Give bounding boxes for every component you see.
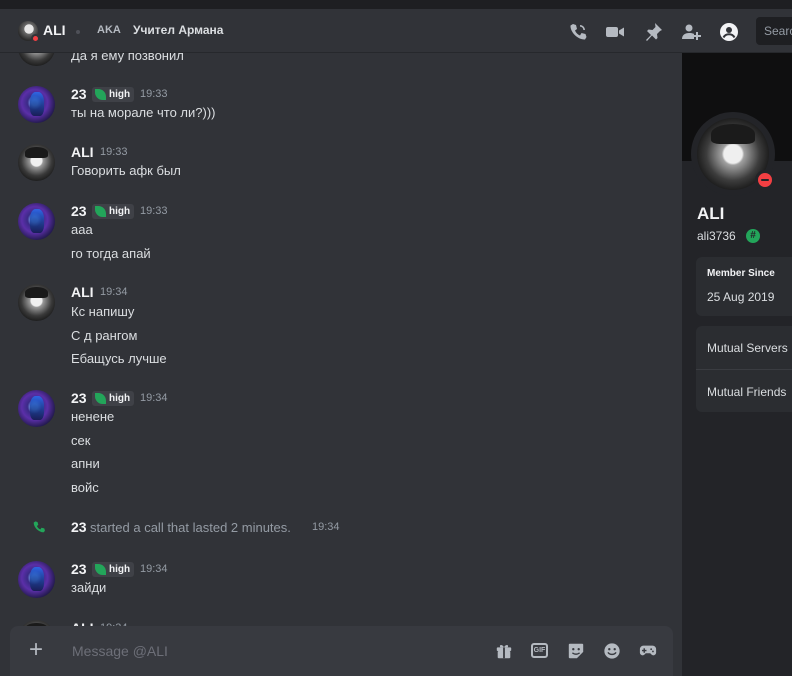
- clan-tag[interactable]: high: [92, 204, 135, 219]
- dm-header: ALI AKA Учител Армана Search: [0, 9, 792, 53]
- call-username[interactable]: 23: [71, 519, 87, 535]
- video-call-icon[interactable]: [605, 22, 625, 42]
- message-text: сек: [71, 433, 91, 448]
- message-text: войс: [71, 480, 99, 495]
- upload-plus-icon[interactable]: +: [26, 638, 46, 662]
- message-text: зайди: [71, 580, 107, 595]
- window-top-strip: [0, 0, 792, 9]
- header-username[interactable]: ALI: [43, 22, 66, 38]
- timestamp: 19:34: [312, 521, 340, 533]
- activities-icon[interactable]: [639, 642, 657, 660]
- header-nickname: Учител Армана: [133, 23, 224, 37]
- avatar[interactable]: [18, 144, 55, 181]
- leaf-icon: [95, 206, 106, 217]
- timestamp: 19:33: [140, 205, 168, 217]
- user-profile-icon[interactable]: [719, 22, 739, 42]
- timestamp: 19:34: [100, 286, 128, 298]
- clan-tag[interactable]: high: [92, 391, 135, 406]
- message-text: Да я ему позвонил: [71, 53, 184, 63]
- member-since-label: Member Since: [707, 268, 775, 279]
- message-text: ааа: [71, 222, 93, 237]
- profile-display-name: ALI: [697, 204, 725, 223]
- search-input[interactable]: Search: [756, 17, 792, 45]
- message-text: Ебащусь лучше: [71, 351, 167, 366]
- dnd-status-icon: [31, 34, 40, 43]
- username[interactable]: 23: [71, 390, 87, 406]
- avatar[interactable]: [18, 53, 55, 66]
- message-input[interactable]: Message @ALI: [72, 643, 168, 659]
- message-text: апни: [71, 456, 100, 471]
- message-text: С д рангом: [71, 328, 138, 343]
- sticker-icon[interactable]: [567, 642, 585, 660]
- message-text: Кс напишу: [71, 304, 135, 319]
- leaf-icon: [95, 89, 106, 100]
- message-text: Говорить афк был: [71, 163, 181, 178]
- message-text: го тогда апай: [71, 246, 151, 261]
- mutual-servers-button[interactable]: Mutual Servers: [707, 341, 788, 355]
- clan-tag[interactable]: high: [92, 562, 135, 577]
- message-text: ненене: [71, 409, 115, 424]
- avatar[interactable]: [18, 561, 55, 598]
- header-separator: [76, 30, 80, 34]
- divider: [696, 369, 792, 370]
- leaf-icon: [95, 393, 106, 404]
- profile-badge-icon[interactable]: #: [746, 229, 760, 243]
- call-description: started a call that lasted 2 minutes.: [90, 520, 291, 535]
- voice-call-icon[interactable]: [568, 22, 588, 42]
- dnd-status-icon: [755, 170, 775, 190]
- avatar[interactable]: [18, 203, 55, 240]
- pin-icon[interactable]: [643, 22, 663, 42]
- header-avatar[interactable]: [18, 21, 40, 43]
- add-friends-icon[interactable]: [681, 22, 701, 42]
- timestamp: 19:34: [140, 392, 168, 404]
- avatar[interactable]: [18, 284, 55, 321]
- member-since-card: Member Since 25 Aug 2019: [696, 257, 792, 316]
- profile-username: ali3736: [697, 229, 736, 243]
- message-composer: + Message @ALI GIF: [10, 626, 673, 676]
- leaf-icon: [95, 564, 106, 575]
- timestamp: 19:33: [100, 146, 128, 158]
- phone-icon: [32, 520, 46, 534]
- gif-icon[interactable]: GIF: [531, 643, 548, 658]
- message-text: ты на морале что ли?))): [71, 105, 216, 120]
- aka-label: AKA: [97, 24, 121, 36]
- mutuals-card: Mutual Servers Mutual Friends: [696, 326, 792, 412]
- timestamp: 19:33: [140, 88, 168, 100]
- emoji-icon[interactable]: [603, 642, 621, 660]
- member-since-value: 25 Aug 2019: [707, 290, 775, 304]
- mutual-friends-button[interactable]: Mutual Friends: [707, 385, 786, 399]
- timestamp: 19:34: [140, 563, 168, 575]
- clan-tag[interactable]: high: [92, 87, 135, 102]
- avatar[interactable]: [18, 86, 55, 123]
- gift-icon[interactable]: [495, 642, 513, 660]
- message-list: Да я ему позвонил 23 high 19:33 ты на мо…: [0, 53, 682, 676]
- username[interactable]: 23: [71, 203, 87, 219]
- username[interactable]: ALI: [71, 144, 94, 160]
- user-profile-panel: ALI ali3736 # Member Since 25 Aug 2019 M…: [682, 53, 792, 676]
- username[interactable]: 23: [71, 86, 87, 102]
- username[interactable]: ALI: [71, 284, 94, 300]
- avatar[interactable]: [18, 390, 55, 427]
- username[interactable]: 23: [71, 561, 87, 577]
- call-system-message: 23 started a call that lasted 2 minutes.…: [0, 519, 682, 539]
